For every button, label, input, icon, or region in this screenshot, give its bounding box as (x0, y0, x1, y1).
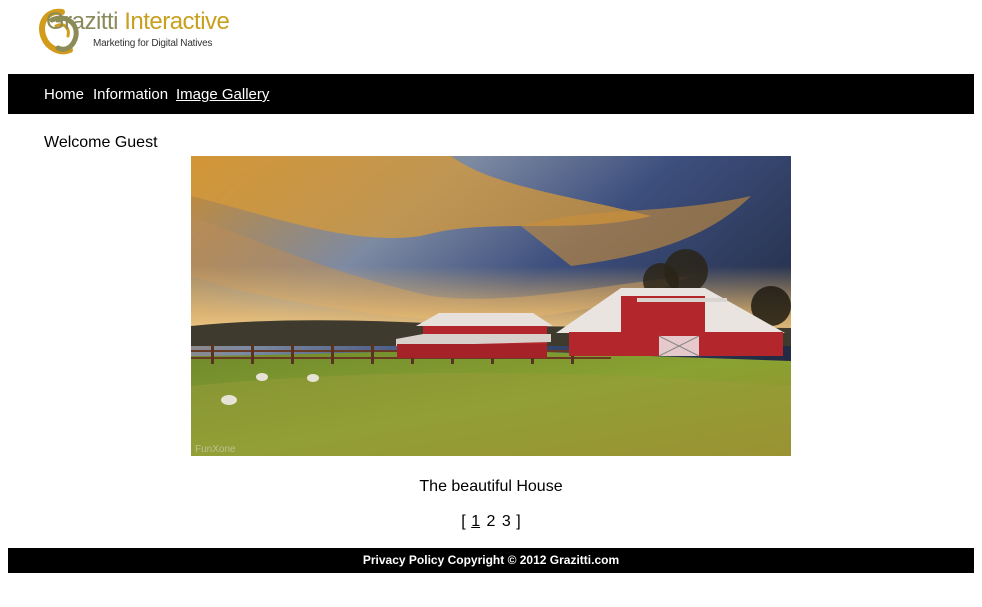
footer: Privacy Policy Copyright © 2012 Grazitti… (8, 548, 974, 573)
nav-home-link[interactable]: Home (44, 86, 84, 103)
welcome-message: Welcome Guest (44, 134, 158, 151)
barn-landscape-image: FunXone (191, 156, 791, 456)
pager-page-3[interactable]: 3 (502, 513, 511, 531)
logo-name: Grazitti Interactive (46, 8, 230, 36)
main-nav: Home Information Image Gallery (8, 74, 974, 114)
footer-text: Privacy Policy Copyright © 2012 Grazitti… (362, 553, 620, 567)
gallery-image: FunXone (191, 156, 791, 456)
logo-name-part2: Interactive (124, 8, 230, 35)
pager-close-bracket: ] (516, 513, 521, 530)
nav-information-link[interactable]: Information (93, 86, 168, 103)
logo-tagline: Marketing for Digital Natives (93, 38, 213, 49)
pager-open-bracket: [ (461, 513, 466, 530)
pager-page-2[interactable]: 2 (487, 513, 496, 531)
image-watermark: FunXone (195, 444, 236, 455)
nav-image-gallery-link[interactable]: Image Gallery (176, 86, 269, 103)
logo-name-part1: Grazitti (46, 8, 119, 35)
image-caption: The beautiful House (419, 478, 563, 495)
gallery-pager: [ 1 2 3 ] (0, 513, 982, 531)
pager-page-1[interactable]: 1 (471, 513, 480, 531)
